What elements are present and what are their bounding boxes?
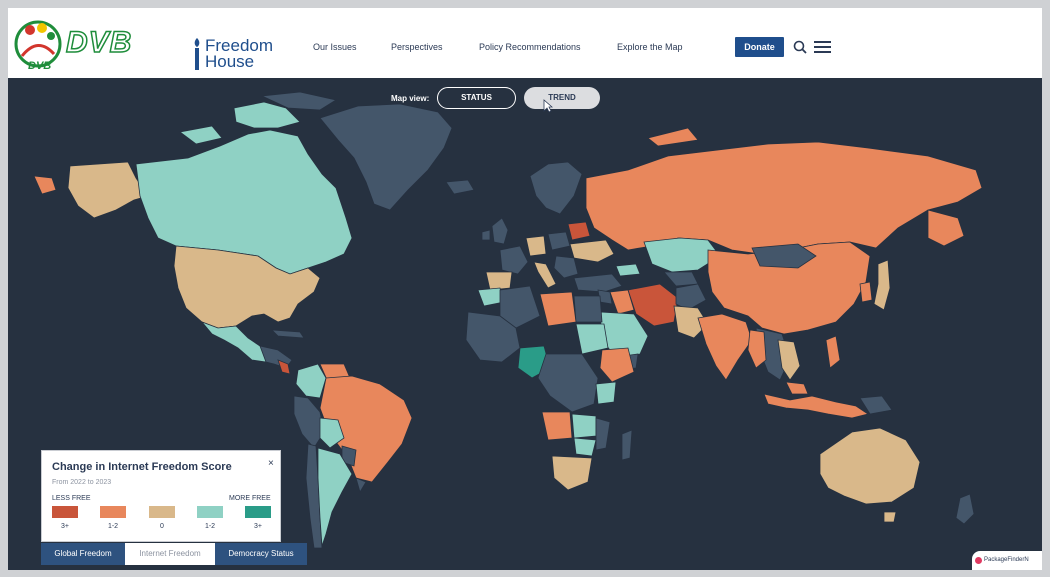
country-philippines xyxy=(825,335,841,369)
legend-label-less-free-1-2: 1-2 xyxy=(107,523,119,530)
country-italy xyxy=(533,261,557,289)
trend-toggle-button[interactable]: TREND xyxy=(524,87,600,109)
legend-less-free-label: LESS FREE xyxy=(52,495,91,502)
country-balkans xyxy=(553,255,579,279)
country-afghanistan xyxy=(675,283,707,311)
country-mexico xyxy=(200,321,271,363)
legend-swatch-more-free-3 xyxy=(245,506,271,518)
country-ukraine xyxy=(569,239,615,263)
legend-title: Change in Internet Freedom Score xyxy=(52,461,232,473)
legend-label-no-change: 0 xyxy=(160,523,164,530)
country-myanmar xyxy=(747,329,767,369)
status-toggle-button[interactable]: STATUS xyxy=(437,87,516,109)
freedom-house-logo[interactable]: Freedom House xyxy=(191,37,281,72)
country-belarus xyxy=(567,221,591,241)
country-greenland xyxy=(319,103,453,211)
nav-policy-recommendations[interactable]: Policy Recommendations xyxy=(479,42,581,52)
country-uk xyxy=(491,217,509,245)
country-madagascar xyxy=(621,429,633,461)
nav-our-issues[interactable]: Our Issues xyxy=(313,42,357,52)
country-mozambique xyxy=(595,417,611,451)
country-new-zealand xyxy=(955,493,975,525)
country-georgia-azerbaijan xyxy=(615,263,641,277)
country-ecuador-peru xyxy=(293,395,325,449)
country-cuba xyxy=(270,329,305,339)
tab-democracy-status[interactable]: Democracy Status xyxy=(215,543,307,565)
nav-perspectives[interactable]: Perspectives xyxy=(391,42,443,52)
dvb-sub-wordmark: DVB xyxy=(28,60,52,72)
dvb-wordmark: DVB xyxy=(65,25,133,60)
country-france xyxy=(499,245,529,275)
country-russia xyxy=(585,141,983,255)
map-view-label: Map view: xyxy=(391,94,430,103)
country-scandinavia xyxy=(529,161,583,215)
legend-more-free-label: MORE FREE xyxy=(229,495,271,502)
nav-explore-the-map[interactable]: Explore the Map xyxy=(617,42,683,52)
country-tasmania xyxy=(883,511,897,523)
tab-internet-freedom[interactable]: Internet Freedom xyxy=(125,543,215,565)
mouse-cursor-icon xyxy=(543,99,553,113)
country-russia-east xyxy=(927,209,965,247)
country-india xyxy=(697,313,753,381)
country-zimbabwe xyxy=(573,437,597,457)
country-zambia xyxy=(571,413,597,439)
torch-icon xyxy=(194,38,200,70)
country-russia-islands xyxy=(647,127,699,147)
country-spain xyxy=(485,271,513,291)
country-egypt xyxy=(573,295,603,323)
legend-subtitle: From 2022 to 2023 xyxy=(52,479,112,486)
country-australia xyxy=(819,427,921,505)
legend-swatch-less-free-3 xyxy=(52,506,78,518)
country-kenya xyxy=(595,381,617,405)
country-turkey xyxy=(573,273,623,293)
country-iceland xyxy=(445,179,475,195)
country-ethiopia xyxy=(599,347,635,383)
country-malaysia xyxy=(785,381,809,395)
legend-close-icon[interactable]: × xyxy=(268,458,274,469)
legend-label-less-free-3: 3+ xyxy=(61,523,69,530)
country-alaska-west xyxy=(33,175,57,195)
dvb-logo: DVB DVB xyxy=(10,10,140,80)
legend-swatch-less-free-1-2 xyxy=(100,506,126,518)
country-korea xyxy=(859,281,873,303)
country-libya xyxy=(539,291,577,327)
search-icon[interactable] xyxy=(793,40,807,54)
tab-global-freedom[interactable]: Global Freedom xyxy=(41,543,125,565)
legend-label-more-free-1-2: 1-2 xyxy=(204,523,216,530)
country-uzbekistan xyxy=(663,271,699,287)
country-canada-arctic xyxy=(179,125,223,145)
country-alaska xyxy=(67,161,149,219)
country-angola xyxy=(541,411,573,441)
country-germany xyxy=(525,235,547,257)
screen-frame: DVB DVB Freedom House Our Issues Perspec… xyxy=(0,0,1050,577)
country-colombia xyxy=(295,363,327,399)
country-canada xyxy=(135,129,353,275)
legend-swatch-no-change xyxy=(149,506,175,518)
legend-label-more-free-3: 3+ xyxy=(254,523,262,530)
package-finder-badge[interactable]: PackageFinderN xyxy=(972,551,1042,570)
country-south-africa xyxy=(551,455,593,491)
country-central-africa xyxy=(537,353,599,413)
country-poland xyxy=(547,231,571,251)
donate-button[interactable]: Donate xyxy=(735,37,784,57)
legend-panel: Change in Internet Freedom Score From 20… xyxy=(41,450,281,542)
country-japan xyxy=(873,259,891,311)
freedom-house-line2: House xyxy=(205,52,255,71)
country-indonesia xyxy=(763,393,869,419)
hamburger-menu-icon[interactable] xyxy=(814,41,831,53)
legend-swatch-more-free-1-2 xyxy=(197,506,223,518)
country-ireland xyxy=(481,229,491,241)
country-papua xyxy=(859,395,893,415)
country-sudan xyxy=(575,323,609,355)
